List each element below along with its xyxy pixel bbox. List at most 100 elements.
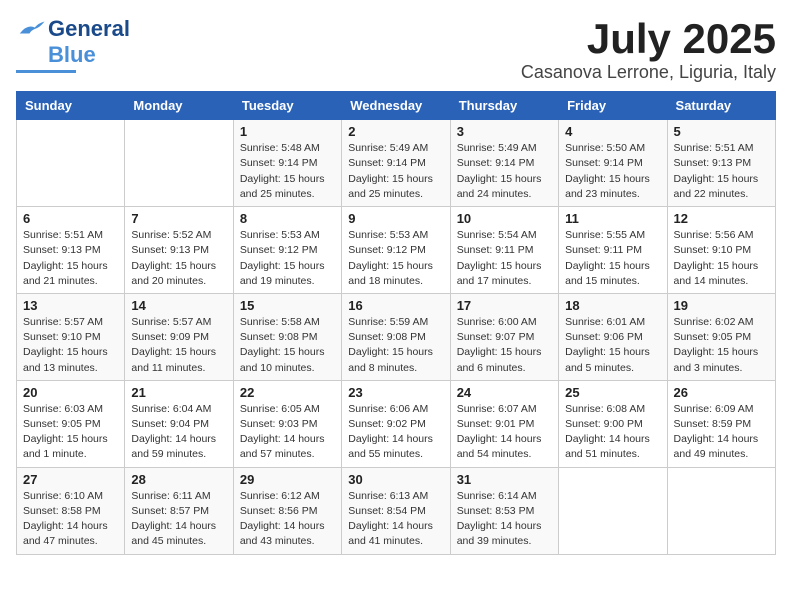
- calendar-cell: 15 Sunrise: 5:58 AM Sunset: 9:08 PM Dayli…: [233, 293, 341, 380]
- day-info: Sunrise: 6:00 AM Sunset: 9:07 PM Dayligh…: [457, 315, 552, 376]
- day-number: 11: [565, 211, 660, 226]
- calendar-cell: 9Sunrise: 5:53 AM Sunset: 9:12 PM Daylig…: [342, 207, 450, 294]
- calendar-cell: 29 Sunrise: 6:12 AM Sunset: 8:56 PM Dayli…: [233, 467, 341, 554]
- day-number: 28: [131, 472, 226, 487]
- day-number: 6: [23, 211, 118, 226]
- header-day-saturday: Saturday: [667, 92, 775, 120]
- day-info: Sunrise: 5:56 AM Sunset: 9:10 PM Dayligh…: [674, 228, 769, 289]
- day-info: Sunrise: 5:50 AM Sunset: 9:14 PM Dayligh…: [565, 141, 660, 202]
- calendar-cell: 14Sunrise: 5:57 AM Sunset: 9:09 PM Dayli…: [125, 293, 233, 380]
- day-info: Sunrise: 5:59 AM Sunset: 9:08 PM Dayligh…: [348, 315, 443, 376]
- day-info: Sunrise: 5:55 AM Sunset: 9:11 PM Dayligh…: [565, 228, 660, 289]
- calendar-cell: 12 Sunrise: 5:56 AM Sunset: 9:10 PM Dayli…: [667, 207, 775, 294]
- day-info: Sunrise: 6:09 AM Sunset: 8:59 PM Dayligh…: [674, 402, 769, 463]
- calendar-cell: 20Sunrise: 6:03 AM Sunset: 9:05 PM Dayli…: [17, 380, 125, 467]
- title-block: July 2025 Casanova Lerrone, Liguria, Ita…: [521, 16, 776, 83]
- day-info: Sunrise: 6:10 AM Sunset: 8:58 PM Dayligh…: [23, 489, 118, 550]
- day-number: 13: [23, 298, 118, 313]
- day-number: 3: [457, 124, 552, 139]
- page-header: General Blue July 2025 Casanova Lerrone,…: [16, 16, 776, 83]
- day-info: Sunrise: 6:14 AM Sunset: 8:53 PM Dayligh…: [457, 489, 552, 550]
- calendar-cell: 18 Sunrise: 6:01 AM Sunset: 9:06 PM Dayli…: [559, 293, 667, 380]
- day-info: Sunrise: 5:57 AM Sunset: 9:09 PM Dayligh…: [131, 315, 226, 376]
- day-info: Sunrise: 5:58 AM Sunset: 9:08 PM Dayligh…: [240, 315, 335, 376]
- day-info: Sunrise: 6:06 AM Sunset: 9:02 PM Dayligh…: [348, 402, 443, 463]
- header-day-wednesday: Wednesday: [342, 92, 450, 120]
- day-info: Sunrise: 6:07 AM Sunset: 9:01 PM Dayligh…: [457, 402, 552, 463]
- day-info: Sunrise: 5:53 AM Sunset: 9:12 PM Dayligh…: [348, 228, 443, 289]
- logo: General Blue: [16, 16, 130, 73]
- calendar-cell: [559, 467, 667, 554]
- day-number: 19: [674, 298, 769, 313]
- calendar-cell: 28 Sunrise: 6:11 AM Sunset: 8:57 PM Dayli…: [125, 467, 233, 554]
- calendar-cell: [125, 120, 233, 207]
- day-info: Sunrise: 6:02 AM Sunset: 9:05 PM Dayligh…: [674, 315, 769, 376]
- calendar-cell: 31Sunrise: 6:14 AM Sunset: 8:53 PM Dayli…: [450, 467, 558, 554]
- day-number: 29: [240, 472, 335, 487]
- day-number: 2: [348, 124, 443, 139]
- week-row-4: 27 Sunrise: 6:10 AM Sunset: 8:58 PM Dayli…: [17, 467, 776, 554]
- calendar-cell: 11 Sunrise: 5:55 AM Sunset: 9:11 PM Dayli…: [559, 207, 667, 294]
- logo-bird-icon: [16, 20, 46, 38]
- day-number: 10: [457, 211, 552, 226]
- header-day-sunday: Sunday: [17, 92, 125, 120]
- day-info: Sunrise: 5:53 AM Sunset: 9:12 PM Dayligh…: [240, 228, 335, 289]
- day-number: 26: [674, 385, 769, 400]
- logo-blue-text: Blue: [48, 42, 96, 68]
- day-number: 4: [565, 124, 660, 139]
- calendar-cell: 1 Sunrise: 5:48 AM Sunset: 9:14 PM Daylig…: [233, 120, 341, 207]
- calendar-cell: 7Sunrise: 5:52 AM Sunset: 9:13 PM Daylig…: [125, 207, 233, 294]
- day-number: 30: [348, 472, 443, 487]
- calendar-cell: 5 Sunrise: 5:51 AM Sunset: 9:13 PM Daylig…: [667, 120, 775, 207]
- day-info: Sunrise: 6:04 AM Sunset: 9:04 PM Dayligh…: [131, 402, 226, 463]
- day-number: 15: [240, 298, 335, 313]
- day-info: Sunrise: 6:12 AM Sunset: 8:56 PM Dayligh…: [240, 489, 335, 550]
- day-number: 1: [240, 124, 335, 139]
- calendar-cell: [667, 467, 775, 554]
- calendar-cell: [17, 120, 125, 207]
- header-day-monday: Monday: [125, 92, 233, 120]
- calendar-cell: 8Sunrise: 5:53 AM Sunset: 9:12 PM Daylig…: [233, 207, 341, 294]
- day-info: Sunrise: 5:57 AM Sunset: 9:10 PM Dayligh…: [23, 315, 118, 376]
- day-info: Sunrise: 6:08 AM Sunset: 9:00 PM Dayligh…: [565, 402, 660, 463]
- day-number: 16: [348, 298, 443, 313]
- day-number: 7: [131, 211, 226, 226]
- calendar-cell: 2Sunrise: 5:49 AM Sunset: 9:14 PM Daylig…: [342, 120, 450, 207]
- day-info: Sunrise: 6:11 AM Sunset: 8:57 PM Dayligh…: [131, 489, 226, 550]
- day-number: 25: [565, 385, 660, 400]
- calendar-cell: 16 Sunrise: 5:59 AM Sunset: 9:08 PM Dayli…: [342, 293, 450, 380]
- day-info: Sunrise: 6:13 AM Sunset: 8:54 PM Dayligh…: [348, 489, 443, 550]
- calendar-cell: 30 Sunrise: 6:13 AM Sunset: 8:54 PM Dayli…: [342, 467, 450, 554]
- calendar-cell: 22Sunrise: 6:05 AM Sunset: 9:03 PM Dayli…: [233, 380, 341, 467]
- header-row: SundayMondayTuesdayWednesdayThursdayFrid…: [17, 92, 776, 120]
- day-number: 5: [674, 124, 769, 139]
- logo-underline: [16, 70, 76, 73]
- day-number: 27: [23, 472, 118, 487]
- calendar-cell: 27 Sunrise: 6:10 AM Sunset: 8:58 PM Dayli…: [17, 467, 125, 554]
- week-row-1: 6 Sunrise: 5:51 AM Sunset: 9:13 PM Daylig…: [17, 207, 776, 294]
- calendar-cell: 6 Sunrise: 5:51 AM Sunset: 9:13 PM Daylig…: [17, 207, 125, 294]
- day-number: 12: [674, 211, 769, 226]
- day-info: Sunrise: 5:48 AM Sunset: 9:14 PM Dayligh…: [240, 141, 335, 202]
- day-info: Sunrise: 6:01 AM Sunset: 9:06 PM Dayligh…: [565, 315, 660, 376]
- calendar-cell: 26 Sunrise: 6:09 AM Sunset: 8:59 PM Dayli…: [667, 380, 775, 467]
- calendar-cell: 23 Sunrise: 6:06 AM Sunset: 9:02 PM Dayli…: [342, 380, 450, 467]
- day-number: 23: [348, 385, 443, 400]
- day-number: 21: [131, 385, 226, 400]
- day-number: 18: [565, 298, 660, 313]
- day-info: Sunrise: 5:54 AM Sunset: 9:11 PM Dayligh…: [457, 228, 552, 289]
- logo-general-text: General: [48, 16, 130, 42]
- day-info: Sunrise: 6:03 AM Sunset: 9:05 PM Dayligh…: [23, 402, 118, 463]
- calendar-cell: 21 Sunrise: 6:04 AM Sunset: 9:04 PM Dayli…: [125, 380, 233, 467]
- day-info: Sunrise: 5:51 AM Sunset: 9:13 PM Dayligh…: [674, 141, 769, 202]
- calendar-cell: 25 Sunrise: 6:08 AM Sunset: 9:00 PM Dayli…: [559, 380, 667, 467]
- calendar-cell: 19 Sunrise: 6:02 AM Sunset: 9:05 PM Dayli…: [667, 293, 775, 380]
- calendar-table: SundayMondayTuesdayWednesdayThursdayFrid…: [16, 91, 776, 554]
- calendar-cell: 3Sunrise: 5:49 AM Sunset: 9:14 PM Daylig…: [450, 120, 558, 207]
- day-info: Sunrise: 5:51 AM Sunset: 9:13 PM Dayligh…: [23, 228, 118, 289]
- header-day-tuesday: Tuesday: [233, 92, 341, 120]
- header-day-friday: Friday: [559, 92, 667, 120]
- month-title: July 2025: [521, 16, 776, 62]
- location-title: Casanova Lerrone, Liguria, Italy: [521, 62, 776, 83]
- calendar-body: 1 Sunrise: 5:48 AM Sunset: 9:14 PM Daylig…: [17, 120, 776, 554]
